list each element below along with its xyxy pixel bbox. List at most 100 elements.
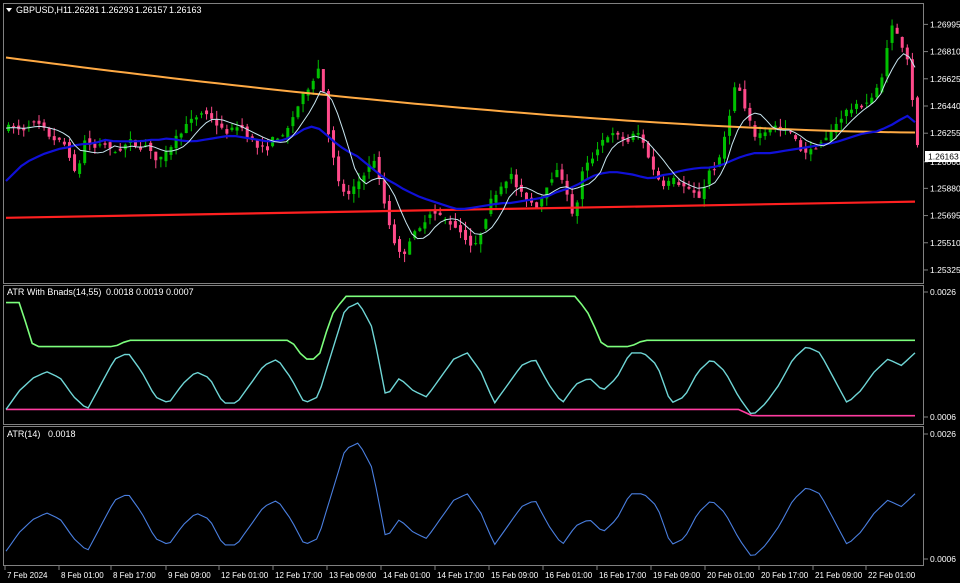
candle-body (189, 118, 193, 123)
time-label: 12 Feb 01:00 (221, 571, 269, 580)
time-label: 8 Feb 17:00 (113, 571, 156, 580)
candle-body (372, 160, 376, 168)
candle-body (575, 202, 579, 217)
candle-body (723, 136, 727, 159)
candle-body (672, 177, 676, 185)
candle-body (484, 219, 488, 229)
candle-body (205, 110, 209, 115)
candle-body (809, 149, 813, 155)
close-value: 1.26163 (169, 5, 202, 15)
price-label: 1.26995 (930, 19, 960, 29)
candle-body (32, 121, 36, 123)
current-price-label: 1.26163 (928, 152, 959, 162)
candle-body (585, 162, 589, 171)
candle-body (210, 113, 214, 119)
candle-body (255, 140, 259, 148)
candle-body (875, 87, 879, 98)
price-label: 1.26625 (930, 74, 960, 84)
candle-body (514, 174, 518, 188)
candle-body (154, 151, 158, 161)
candle-body (611, 133, 615, 136)
candle-body (479, 233, 483, 245)
candle-body (225, 129, 229, 134)
candle-body (12, 125, 16, 127)
time-label: 8 Feb 01:00 (61, 571, 104, 580)
candle-body (301, 92, 305, 105)
candle-body (504, 181, 508, 189)
open-value: 1.26281 (67, 5, 100, 15)
candle-body (758, 133, 762, 138)
candle-body (464, 229, 468, 241)
candle-body (794, 135, 798, 140)
atr-value: 0.0018 (48, 429, 76, 439)
candle-body (905, 47, 909, 60)
candle-body (418, 228, 422, 231)
candle (915, 95, 919, 148)
candle-body (712, 169, 716, 171)
chart-window[interactable]: GBPUSD,H1 1.26281 1.26293 1.26157 1.2616… (0, 0, 960, 583)
time-label: 19 Feb 09:00 (653, 571, 701, 580)
atr-name: ATR(14) (7, 429, 40, 439)
time-label: 16 Feb 01:00 (545, 571, 593, 580)
price-label: 1.25325 (930, 265, 960, 275)
candle-body (697, 191, 701, 198)
candle-body (98, 144, 102, 146)
time-label: 22 Feb 01:00 (868, 571, 916, 580)
candle-body (260, 145, 264, 147)
candle-body (469, 235, 473, 246)
candle-body (118, 148, 122, 151)
candle-body (423, 222, 427, 229)
candle-body (73, 154, 77, 171)
candle-body (692, 190, 696, 193)
time-label: 14 Feb 17:00 (437, 571, 485, 580)
candle-body (494, 194, 498, 203)
candle-body (266, 146, 270, 151)
atr-bands-scale-top: 0.0026 (930, 287, 956, 297)
candle-body (220, 123, 224, 128)
candle-body (194, 117, 198, 120)
candle-body (590, 158, 594, 164)
price-label: 1.25880 (930, 183, 960, 193)
candle-body (860, 105, 864, 108)
candle-body (763, 132, 767, 137)
candle-body (52, 136, 56, 141)
candle-body (662, 180, 666, 187)
candle-body (113, 152, 117, 154)
candle-body (819, 142, 823, 144)
candle-body (448, 221, 452, 225)
candle-body (885, 48, 889, 77)
candle-body (337, 156, 341, 182)
candle-body (281, 135, 285, 137)
candle-body (702, 186, 706, 199)
candle-body (606, 137, 610, 143)
candle-body (179, 133, 183, 138)
atr-bands-scale-bottom: 0.0006 (930, 412, 956, 422)
candle-body (139, 147, 143, 150)
candle-body (382, 180, 386, 204)
time-label: 14 Feb 01:00 (383, 571, 431, 580)
price-label: 1.25695 (930, 211, 960, 221)
candle-body (62, 141, 66, 145)
time-label: 15 Feb 09:00 (491, 571, 539, 580)
candle-body (316, 68, 320, 79)
candle-body (159, 156, 163, 160)
candle-body (667, 180, 671, 186)
candle-body (814, 148, 818, 150)
candle-body (489, 198, 493, 214)
candle-body (321, 69, 325, 92)
high-value: 1.26293 (101, 5, 134, 15)
candle-body (596, 149, 600, 156)
candle-body (570, 194, 574, 214)
candle-body (646, 142, 650, 158)
candle-body (555, 169, 559, 178)
candle-body (296, 106, 300, 118)
candle-body (245, 126, 249, 138)
candle-body (560, 169, 564, 180)
time-label: 20 Feb 01:00 (707, 571, 755, 580)
candle-body (392, 224, 396, 244)
candle-body (895, 27, 899, 34)
candle-body (357, 181, 361, 190)
candle-body (687, 186, 691, 189)
candle-body (738, 87, 742, 91)
candle-body (865, 102, 869, 104)
